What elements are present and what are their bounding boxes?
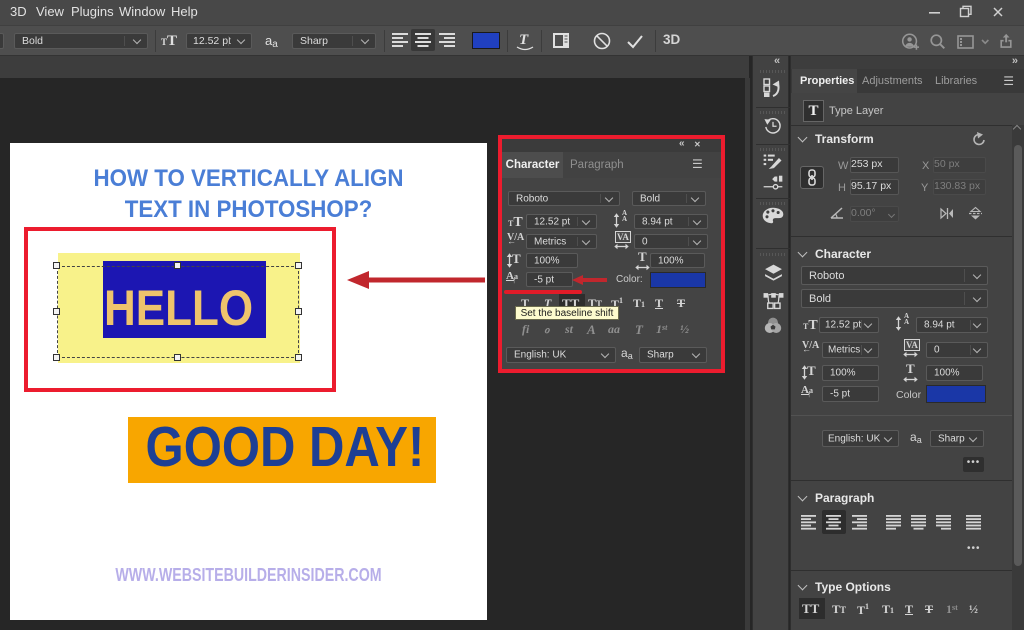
svg-text:T: T [519,32,529,48]
